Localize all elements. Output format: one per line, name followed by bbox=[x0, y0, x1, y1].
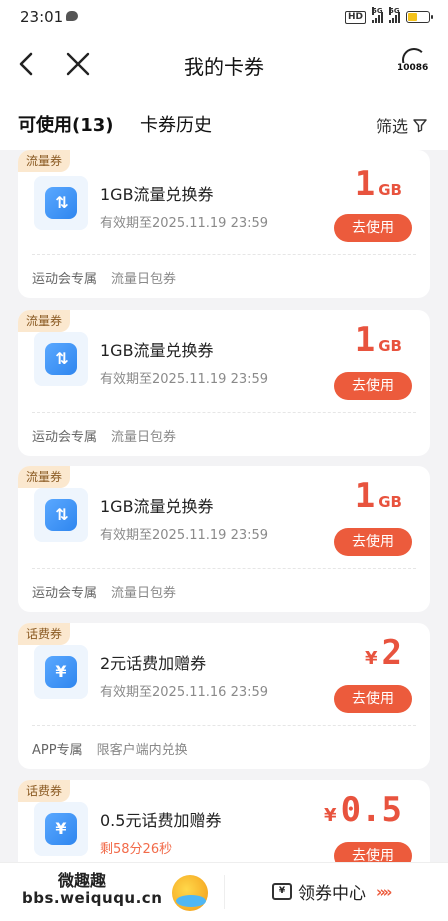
status-bar: 23:01 HD 5G 5G bbox=[0, 0, 448, 34]
chevron-right-icon: »» bbox=[376, 882, 392, 901]
coupon-list: 流量券 ⇅ 1GB流量兑换券 有效期至2025.11.19 23:59 1 GB … bbox=[0, 150, 448, 862]
bottom-bar: 微趣趣 bbs.weiququ.cn ¥ 领券中心 »» bbox=[0, 862, 448, 921]
status-indicators: HD 5G 5G bbox=[344, 7, 433, 25]
customer-service-button[interactable]: 10086 bbox=[396, 48, 432, 80]
coupon-card: 流量券 ⇅ 1GB流量兑换券 有效期至2025.11.19 23:59 1 GB … bbox=[18, 150, 430, 298]
coupon-card: 流量券 ⇅ 1GB流量兑换券 有效期至2025.11.19 23:59 1 GB … bbox=[18, 310, 430, 456]
use-coupon-button[interactable]: 去使用 bbox=[334, 528, 412, 556]
coupon-tags: 运动会专属 流量日包券 bbox=[32, 430, 177, 445]
coupon-expiry: 有效期至2025.11.19 23:59 bbox=[100, 216, 269, 231]
coupon-icon-box: ¥ bbox=[34, 645, 88, 699]
yen-icon: ¥ bbox=[45, 656, 77, 688]
coupon-amount: 1 GB bbox=[354, 320, 402, 360]
coupon-card: 话费券 ¥ 2元话费加赠券 有效期至2025.11.16 23:59 ¥2 去使… bbox=[18, 623, 430, 769]
coupon-type-badge: 话费券 bbox=[18, 780, 71, 802]
page-title: 我的卡券 bbox=[184, 55, 264, 79]
message-notification-icon bbox=[66, 11, 78, 21]
coupon-amount: ¥2 bbox=[364, 633, 402, 673]
hd-icon: HD bbox=[344, 10, 366, 24]
coupon-type-badge: 流量券 bbox=[18, 466, 71, 488]
coupon-ticket-icon: ¥ bbox=[272, 883, 292, 900]
coupon-expiry: 有效期至2025.11.16 23:59 bbox=[100, 685, 269, 700]
coupon-name: 2元话费加赠券 bbox=[100, 654, 207, 673]
coupon-tags: 运动会专属 流量日包券 bbox=[32, 272, 177, 287]
use-coupon-button[interactable]: 去使用 bbox=[334, 842, 412, 862]
coupon-type-badge: 流量券 bbox=[18, 150, 71, 172]
filter-label: 筛选 bbox=[375, 117, 408, 136]
watermark-logo-icon bbox=[172, 875, 208, 911]
coupon-countdown: 剩58分26秒 bbox=[100, 842, 173, 857]
coupon-type-badge: 流量券 bbox=[18, 310, 71, 332]
use-coupon-button[interactable]: 去使用 bbox=[334, 372, 412, 400]
coupon-amount: 1 GB bbox=[354, 164, 402, 204]
coupon-icon-box: ⇅ bbox=[34, 488, 88, 542]
coupon-card: 流量券 ⇅ 1GB流量兑换券 有效期至2025.11.19 23:59 1 GB … bbox=[18, 466, 430, 612]
coupon-center-button[interactable]: ¥ 领券中心 »» bbox=[272, 879, 392, 904]
coupon-type-badge: 话费券 bbox=[18, 623, 71, 645]
filter-button[interactable]: 筛选 bbox=[376, 113, 428, 137]
data-transfer-icon: ⇅ bbox=[45, 343, 77, 375]
signal-icon: 5G bbox=[389, 7, 400, 23]
status-time: 23:01 bbox=[20, 8, 64, 26]
app-header: 我的卡券 10086 bbox=[0, 34, 448, 94]
coupon-name: 1GB流量兑换券 bbox=[100, 341, 214, 360]
coupon-amount: 1 GB bbox=[354, 476, 402, 516]
coupon-tags: 运动会专属 流量日包券 bbox=[32, 586, 177, 601]
coupon-name: 0.5元话费加赠券 bbox=[100, 811, 222, 830]
yen-icon: ¥ bbox=[45, 813, 77, 845]
coupon-expiry: 有效期至2025.11.19 23:59 bbox=[100, 372, 269, 387]
data-transfer-icon: ⇅ bbox=[45, 187, 77, 219]
filter-icon bbox=[413, 119, 427, 133]
divider bbox=[32, 568, 416, 569]
coupon-center-label: 领券中心 bbox=[298, 884, 366, 904]
signal-icon: 5G bbox=[372, 7, 383, 23]
divider bbox=[32, 254, 416, 255]
coupon-card: 话费券 ¥ 0.5元话费加赠券 剩58分26秒 ¥0.5 去使用 bbox=[18, 780, 430, 862]
battery-icon bbox=[406, 11, 433, 23]
coupon-name: 1GB流量兑换券 bbox=[100, 497, 214, 516]
coupon-icon-box: ⇅ bbox=[34, 176, 88, 230]
service-number: 10086 bbox=[396, 63, 430, 73]
divider bbox=[32, 412, 416, 413]
coupon-tabs: 可使用(13) 卡券历史 筛选 bbox=[0, 94, 448, 150]
coupon-icon-box: ⇅ bbox=[34, 332, 88, 386]
tab-available[interactable]: 可使用(13) bbox=[18, 111, 114, 137]
use-coupon-button[interactable]: 去使用 bbox=[334, 685, 412, 713]
use-coupon-button[interactable]: 去使用 bbox=[334, 214, 412, 242]
watermark-url: bbs.weiququ.cn bbox=[22, 889, 163, 907]
coupon-name: 1GB流量兑换券 bbox=[100, 185, 214, 204]
divider bbox=[224, 875, 225, 909]
watermark: 微趣趣 bbs.weiququ.cn bbox=[22, 867, 212, 917]
divider bbox=[32, 725, 416, 726]
data-transfer-icon: ⇅ bbox=[45, 499, 77, 531]
tab-history[interactable]: 卡券历史 bbox=[140, 111, 212, 137]
coupon-expiry: 有效期至2025.11.19 23:59 bbox=[100, 528, 269, 543]
coupon-icon-box: ¥ bbox=[34, 802, 88, 856]
watermark-title: 微趣趣 bbox=[58, 871, 107, 890]
coupon-amount: ¥0.5 bbox=[324, 790, 402, 830]
coupon-tags: APP专属 限客户端内兑换 bbox=[32, 743, 188, 758]
